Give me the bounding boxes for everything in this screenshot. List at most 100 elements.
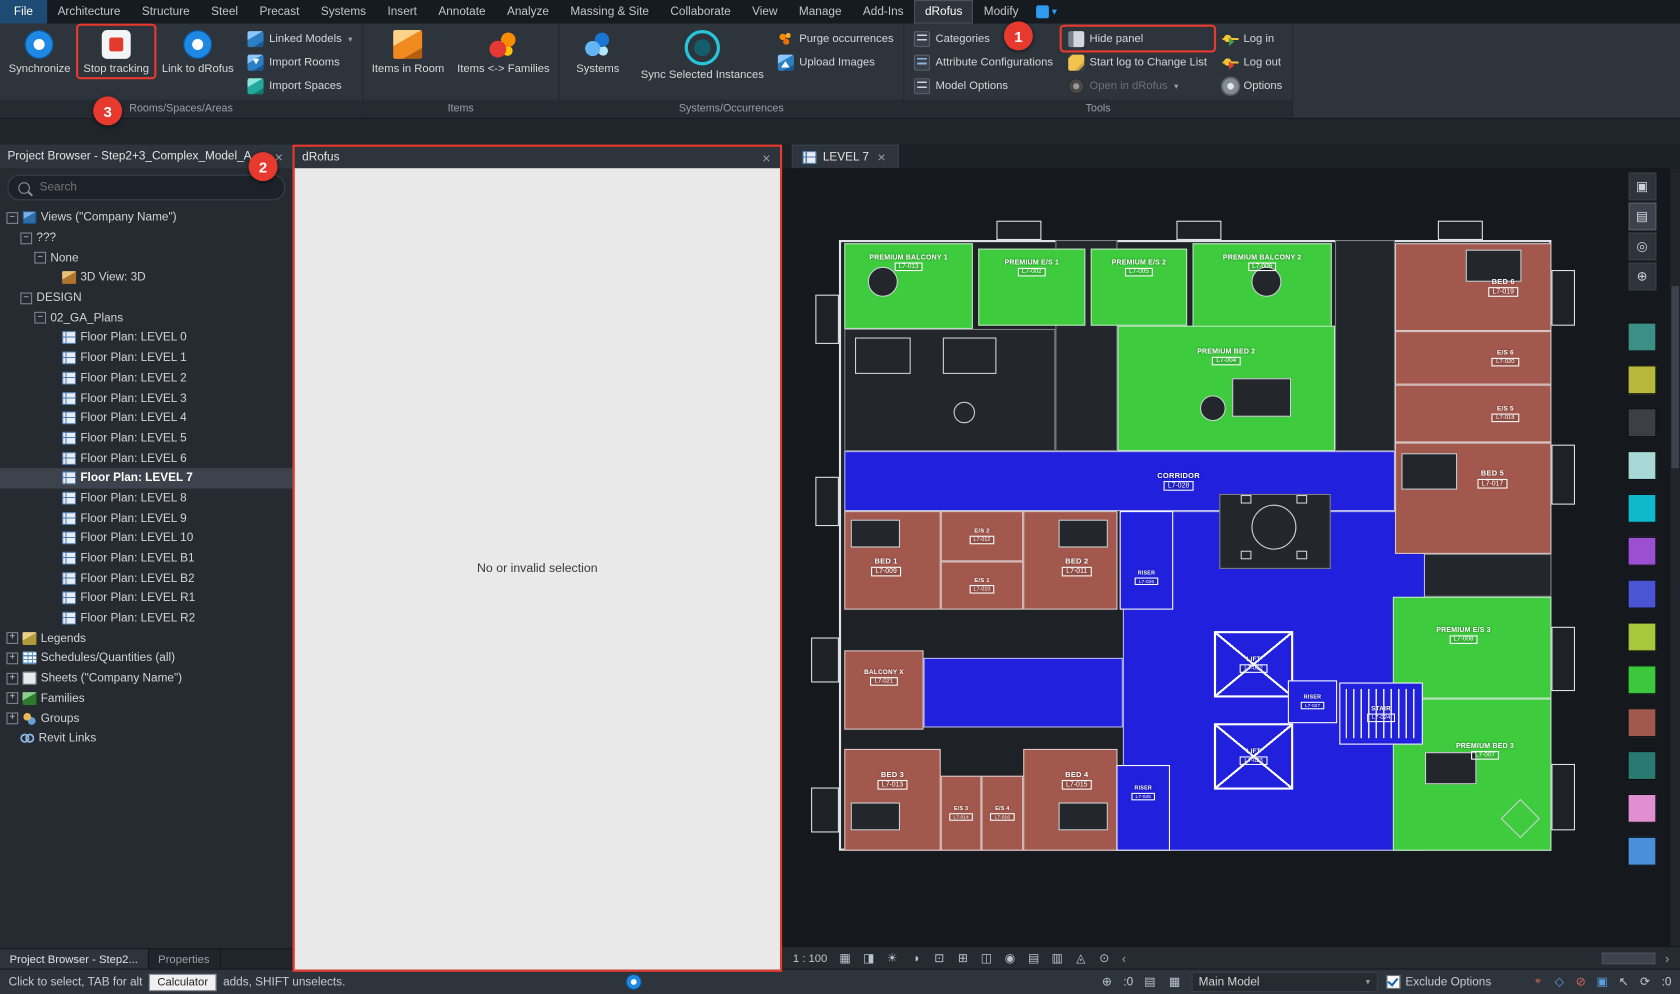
ribbon-tab-massing-site[interactable]: Massing & Site xyxy=(560,0,660,24)
room-e-s-3-l7-014[interactable]: E/S 3L7-014 xyxy=(941,776,982,851)
tree-item-none[interactable]: −None xyxy=(0,248,293,268)
tree-item-sheets-company-name[interactable]: +Sheets ("Company Name") xyxy=(0,668,293,688)
drag-on-selection-icon[interactable]: ↖ xyxy=(1616,973,1632,990)
tree-item-floor-plan-level-4[interactable]: Floor Plan: LEVEL 4 xyxy=(0,408,293,428)
room-bed-4-l7-015[interactable]: BED 4L7-015 xyxy=(1023,749,1117,851)
ribbon-display-toggle-icon[interactable]: ▾ xyxy=(1036,0,1057,24)
vertical-scrollbar[interactable] xyxy=(1670,168,1680,946)
tree-expander-icon[interactable]: − xyxy=(20,292,32,304)
refresh-icon[interactable]: ⟳ xyxy=(1637,973,1653,990)
tree-expander-icon[interactable]: − xyxy=(6,212,18,224)
design-option-icon[interactable]: ▤ xyxy=(1142,973,1158,990)
tree-expander-icon[interactable]: − xyxy=(20,232,32,244)
design-options-select[interactable]: Main Model ▾ xyxy=(1191,972,1377,992)
color-swatch[interactable] xyxy=(1628,365,1657,394)
color-swatch[interactable] xyxy=(1628,537,1657,566)
synchronize-button[interactable]: Synchronize xyxy=(3,26,76,77)
zoom-icon[interactable]: ⊕ xyxy=(1628,263,1656,291)
room-bed-3-l7-013[interactable]: BED 3L7-013 xyxy=(844,749,940,851)
room-premium-e-s-1-l7-002[interactable]: PREMIUM E/S 1L7-002 xyxy=(978,249,1085,326)
crop-view-icon[interactable]: ⊡ xyxy=(931,950,947,967)
tree-item-legends[interactable]: +Legends xyxy=(0,628,293,648)
tree-item-floor-plan-level-9[interactable]: Floor Plan: LEVEL 9 xyxy=(0,508,293,528)
room-riser-l7-026[interactable]: RISERL7-026 xyxy=(1120,511,1174,610)
navigation-bar-icon[interactable]: ▣ xyxy=(1628,173,1656,201)
tree-item-floor-plan-level-2[interactable]: Floor Plan: LEVEL 2 xyxy=(0,368,293,388)
temporary-view-properties-icon[interactable]: ▥ xyxy=(1049,950,1065,967)
attribute-configurations-button[interactable]: Attribute Configurations xyxy=(908,50,1060,74)
room-dark[interactable] xyxy=(1335,240,1395,451)
select-links-icon[interactable]: ⌖ xyxy=(1530,973,1546,990)
sheet-list-icon[interactable]: ▤ xyxy=(1628,203,1656,231)
stop-tracking-button[interactable]: Stop tracking xyxy=(78,26,154,77)
tree-expander-icon[interactable]: + xyxy=(6,652,18,664)
room-stair-l7-024[interactable]: STAIRL7-024 xyxy=(1339,683,1423,745)
room-premium-bed-2-l7-004[interactable]: PREMIUM BED 2L7-004 xyxy=(1118,326,1336,451)
upload-images-button[interactable]: Upload Images xyxy=(771,50,900,74)
options-button[interactable]: Options xyxy=(1216,74,1289,98)
select-pinned-icon[interactable]: ⊘ xyxy=(1573,973,1589,990)
import-spaces-button[interactable]: Import Spaces xyxy=(241,74,359,98)
panel-tab-properties[interactable]: Properties xyxy=(149,949,221,969)
start-log-to-change-list-button[interactable]: Start log to Change List xyxy=(1062,50,1214,74)
tree-item-floor-plan-level-0[interactable]: Floor Plan: LEVEL 0 xyxy=(0,328,293,348)
sync-selected-instances-button[interactable]: Sync Selected Instances xyxy=(635,26,769,84)
log-out-button[interactable]: Log out xyxy=(1216,50,1289,74)
ribbon-tab-drofus[interactable]: dRofus xyxy=(914,0,973,24)
ribbon-tab-annotate[interactable]: Annotate xyxy=(428,0,497,24)
tree-item-floor-plan-level-10[interactable]: Floor Plan: LEVEL 10 xyxy=(0,528,293,548)
design-option-grid-icon[interactable]: ▦ xyxy=(1166,973,1182,990)
steering-wheel-icon[interactable]: ◎ xyxy=(1628,233,1656,261)
select-underlay-icon[interactable]: ◇ xyxy=(1551,973,1567,990)
horizontal-scrollbar[interactable] xyxy=(1602,953,1656,965)
room-lift-l7-023[interactable]: LIFTL7-023 xyxy=(1214,723,1293,789)
tree-item-floor-plan-level-1[interactable]: Floor Plan: LEVEL 1 xyxy=(0,348,293,368)
room-riser-l7-027[interactable]: RISERL7-027 xyxy=(1288,680,1337,723)
worksharing-display-icon[interactable]: ▤ xyxy=(1025,950,1041,967)
view-tab-level-7[interactable]: LEVEL 7 × xyxy=(792,145,899,169)
active-workset-icon[interactable]: ⊕ xyxy=(1099,973,1115,990)
ribbon-tab-view[interactable]: View xyxy=(741,0,788,24)
panel-tab-project-browser-step2[interactable]: Project Browser - Step2... xyxy=(0,949,149,969)
shadows-icon[interactable]: ◑ xyxy=(908,950,924,967)
color-swatch[interactable] xyxy=(1628,751,1657,780)
tree-item-floor-plan-level-b1[interactable]: Floor Plan: LEVEL B1 xyxy=(0,548,293,568)
linked-models-button[interactable]: Linked Models▾ xyxy=(241,27,359,51)
room-e-s-4-l7-016[interactable]: E/S 4L7-016 xyxy=(981,776,1023,851)
tree-expander-icon[interactable]: + xyxy=(6,693,18,705)
ribbon-tab-collaborate[interactable]: Collaborate xyxy=(660,0,742,24)
ribbon-tab-add-ins[interactable]: Add-Ins xyxy=(852,0,914,24)
visual-style-icon[interactable]: ◨ xyxy=(860,950,876,967)
tree-item-floor-plan-level-6[interactable]: Floor Plan: LEVEL 6 xyxy=(0,448,293,468)
room-e-s-6-l7-020[interactable]: E/S 6L7-020 xyxy=(1395,331,1551,385)
tree-expander-icon[interactable]: + xyxy=(6,632,18,644)
view-scale-button[interactable]: 1 : 100 xyxy=(793,952,827,965)
select-by-face-icon[interactable]: ▣ xyxy=(1594,973,1610,990)
room-lift-l7-022[interactable]: LIFTL7-022 xyxy=(1214,631,1293,697)
tree-item-floor-plan-level-3[interactable]: Floor Plan: LEVEL 3 xyxy=(0,388,293,408)
link-to-drofus-button[interactable]: Link to dRofus xyxy=(157,26,240,77)
log-in-button[interactable]: Log in xyxy=(1216,27,1289,51)
room-balcony-x-l7-021[interactable]: BALCONY XL7-021 xyxy=(844,650,923,729)
color-swatch[interactable] xyxy=(1628,408,1657,437)
ribbon-tab-structure[interactable]: Structure xyxy=(131,0,200,24)
systems-button[interactable]: Systems xyxy=(562,26,633,77)
ribbon-tab-insert[interactable]: Insert xyxy=(377,0,428,24)
room-premium-e-s-2-l7-005[interactable]: PREMIUM E/S 2L7-005 xyxy=(1091,249,1187,326)
color-swatch[interactable] xyxy=(1628,794,1657,823)
ribbon-tab-precast[interactable]: Precast xyxy=(249,0,310,24)
open-in-drofus-button[interactable]: Open in dRofus▾ xyxy=(1062,74,1214,98)
room-premium-balcony-1-l7-013[interactable]: PREMIUM BALCONY 1L7-013 xyxy=(844,243,973,329)
categories-button[interactable]: Categories xyxy=(908,27,1060,51)
room-e-s-2-l7-012[interactable]: E/S 2L7-012 xyxy=(941,511,1024,561)
tree-expander-icon[interactable]: + xyxy=(6,713,18,725)
temporary-hide-icon[interactable]: ◫ xyxy=(978,950,994,967)
room-riser-l7-025[interactable]: RISERL7-025 xyxy=(1116,765,1170,851)
ribbon-tab-systems[interactable]: Systems xyxy=(310,0,377,24)
import-rooms-button[interactable]: Import Rooms xyxy=(241,50,359,74)
tree-item-families[interactable]: +Families xyxy=(0,688,293,708)
tree-item-floor-plan-level-r2[interactable]: Floor Plan: LEVEL R2 xyxy=(0,608,293,628)
constraints-icon[interactable]: ⊙ xyxy=(1096,950,1112,967)
tree-item-revit-links[interactable]: Revit Links xyxy=(0,728,293,748)
room-blue[interactable] xyxy=(924,658,1123,728)
